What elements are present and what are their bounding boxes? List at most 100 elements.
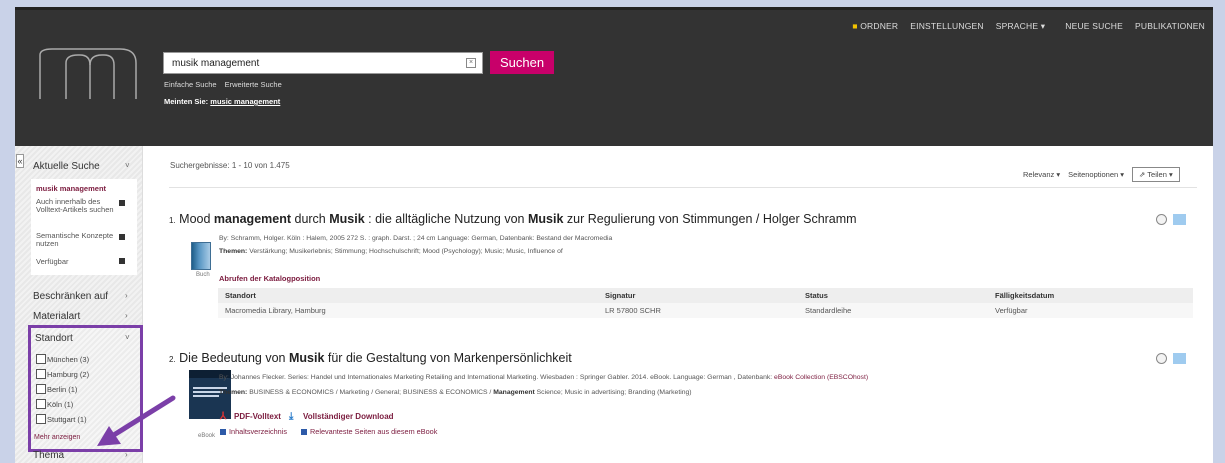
table-cell: Macromedia Library, Hamburg <box>218 303 598 318</box>
column-header: Fälligkeitsdatum <box>988 288 1193 303</box>
chevron-right-icon: › <box>125 291 128 300</box>
checkbox[interactable] <box>36 414 46 424</box>
thema-header[interactable]: Thema › <box>33 450 128 461</box>
thema-label: Thema <box>33 450 65 461</box>
book-cover-icon[interactable] <box>191 242 211 270</box>
result-1-title[interactable]: 1. Mood management durch Musik : die all… <box>169 212 857 226</box>
search-mode-links: Einfache Suche Erweiterte Suche <box>164 80 288 89</box>
clear-icon[interactable]: × <box>466 58 476 68</box>
preview-icon[interactable] <box>1156 214 1167 225</box>
checkbox[interactable] <box>36 384 46 394</box>
column-header: Status <box>798 288 988 303</box>
pdf-fulltext-link[interactable]: ⅄ PDF-Volltext <box>220 411 281 422</box>
location-label: Stuttgart (1) <box>47 414 87 424</box>
chevron-down-icon: ˅ <box>125 333 130 342</box>
result-1-byline: By: Schramm, Holger. Köln : Halem, 2005 … <box>219 235 613 242</box>
download-icon: ⤓ <box>289 411 294 422</box>
suggest-prefix: Meinten Sie: <box>164 97 209 106</box>
suggest-link[interactable]: music management <box>210 97 280 106</box>
add-to-folder-icon[interactable] <box>1173 214 1186 225</box>
materialart-header[interactable]: Materialart › <box>33 311 128 322</box>
location-label: München (3) <box>47 354 90 364</box>
chevron-right-icon: › <box>125 311 128 320</box>
full-download-link[interactable]: ⤓ Vollständiger Download <box>289 411 394 422</box>
results-toolbar: Relevanz ▾ Seitenoptionen ▾ ⇗ Teilen ▾ <box>1023 167 1180 182</box>
column-header: Standort <box>218 288 598 303</box>
plus-icon <box>301 428 307 435</box>
checkbox[interactable] <box>36 399 46 409</box>
sprache-menu[interactable]: SPRACHE ▾ <box>996 21 1046 32</box>
result-2-type: eBook <box>198 433 216 439</box>
result-2-title[interactable]: 2. Die Bedeutung von Musik für die Gesta… <box>169 351 572 365</box>
header: ■ ORDNER EINSTELLUNGEN SPRACHE ▾ NEUE SU… <box>15 7 1213 146</box>
holdings-link[interactable]: Abrufen der Katalogposition <box>219 274 320 283</box>
result-2-byline: By: Johannes Flecker. Series: Handel und… <box>219 374 869 381</box>
result-1-type: Buch <box>196 272 210 278</box>
preview-icon[interactable] <box>1156 353 1167 364</box>
location-option-hamburg[interactable]: Hamburg (2) <box>36 369 89 379</box>
table-cell: Verfügbar <box>988 303 1193 318</box>
available-option-label: Verfügbar <box>36 257 69 266</box>
sort-dropdown[interactable]: Relevanz ▾ <box>1023 170 1060 179</box>
top-navigation: ■ ORDNER EINSTELLUNGEN SPRACHE ▾ NEUE SU… <box>828 21 1213 32</box>
location-option-koeln[interactable]: Köln (1) <box>36 399 73 409</box>
table-header-row: Standort Signatur Status Fälligkeitsdatu… <box>218 288 1193 303</box>
result-1-actions <box>1156 214 1186 225</box>
aktuelle-suche-label: Aktuelle Suche <box>33 161 100 172</box>
search-button[interactable]: Suchen <box>490 51 554 74</box>
result-2-actions <box>1156 353 1186 364</box>
checkbox[interactable] <box>36 369 46 379</box>
database-link[interactable]: eBook Collection (EBSCOhost) <box>774 374 868 381</box>
results-area: Suchergebnisse: 1 - 10 von 1.475 Relevan… <box>156 146 1213 463</box>
collapse-sidebar-icon[interactable]: « <box>16 154 24 168</box>
location-option-muenchen[interactable]: München (3) <box>36 354 89 364</box>
materialart-label: Materialart <box>33 311 81 322</box>
share-icon: ⇗ <box>1139 170 1146 179</box>
search-input[interactable]: musik management × <box>163 52 483 74</box>
checkbox[interactable] <box>36 354 46 364</box>
search-value: musik management <box>172 58 260 69</box>
divider <box>169 187 1197 188</box>
share-button[interactable]: ⇗ Teilen ▾ <box>1132 167 1180 182</box>
page-options-dropdown[interactable]: Seitenoptionen ▾ <box>1068 170 1124 179</box>
pdf-icon: ⅄ <box>220 411 227 422</box>
location-option-stuttgart[interactable]: Stuttgart (1) <box>36 414 87 424</box>
current-search-panel: musik management Auch innerhalb des Voll… <box>31 179 137 275</box>
fulltext-option-checkbox[interactable] <box>119 200 125 206</box>
location-label: Berlin (1) <box>47 384 78 394</box>
semantic-option-checkbox[interactable] <box>119 234 125 240</box>
chevron-down-icon: ˅ <box>125 161 130 170</box>
relevant-pages-link[interactable]: Relevanteste Seiten aus diesem eBook <box>301 427 437 436</box>
chevron-right-icon: › <box>125 450 128 459</box>
neue-suche-link[interactable]: NEUE SUCHE <box>1065 21 1123 32</box>
ordner-link[interactable]: ■ ORDNER <box>840 21 898 32</box>
beschraenken-header[interactable]: Beschränken auf › <box>33 291 128 302</box>
einstellungen-link[interactable]: EINSTELLUNGEN <box>910 21 983 32</box>
standort-label: Standort <box>35 333 73 344</box>
app-frame: ■ ORDNER EINSTELLUNGEN SPRACHE ▾ NEUE SU… <box>15 7 1213 463</box>
add-to-folder-icon[interactable] <box>1173 353 1186 364</box>
fulltext-option-label: Auch innerhalb des Volltext-Artikels suc… <box>36 197 114 214</box>
beschraenken-label: Beschränken auf <box>33 291 109 302</box>
mehr-anzeigen-link[interactable]: Mehr anzeigen <box>34 434 80 441</box>
location-label: Köln (1) <box>47 399 74 409</box>
aktuelle-suche-header[interactable]: Aktuelle Suche ˅ <box>33 161 130 172</box>
holdings-table: Standort Signatur Status Fälligkeitsdatu… <box>218 288 1193 318</box>
current-search-term: musik management <box>36 184 107 193</box>
toc-link[interactable]: Inhaltsverzeichnis <box>220 427 287 436</box>
result-2-topics: Themen: BUSINESS & ECONOMICS / Marketing… <box>219 389 692 396</box>
available-option-checkbox[interactable] <box>119 258 125 264</box>
column-header: Signatur <box>598 288 798 303</box>
location-option-berlin[interactable]: Berlin (1) <box>36 384 77 394</box>
result-1-topics: Themen: Verstärkung; Musikerlebnis; Stim… <box>219 248 563 255</box>
publikationen-link[interactable]: PUBLIKATIONEN <box>1135 21 1205 32</box>
table-row: Macromedia Library, Hamburg LR 57800 SCH… <box>218 303 1193 318</box>
erweiterte-suche-link[interactable]: Erweiterte Suche <box>225 80 282 89</box>
einfache-suche-link[interactable]: Einfache Suche <box>164 80 217 89</box>
plus-icon <box>220 428 226 435</box>
folder-icon: ■ <box>852 21 858 31</box>
standort-header[interactable]: Standort ˅ <box>35 333 135 344</box>
table-cell: Standardleihe <box>798 303 988 318</box>
results-count: Suchergebnisse: 1 - 10 von 1.475 <box>170 161 290 170</box>
logo-icon[interactable] <box>38 45 138 101</box>
